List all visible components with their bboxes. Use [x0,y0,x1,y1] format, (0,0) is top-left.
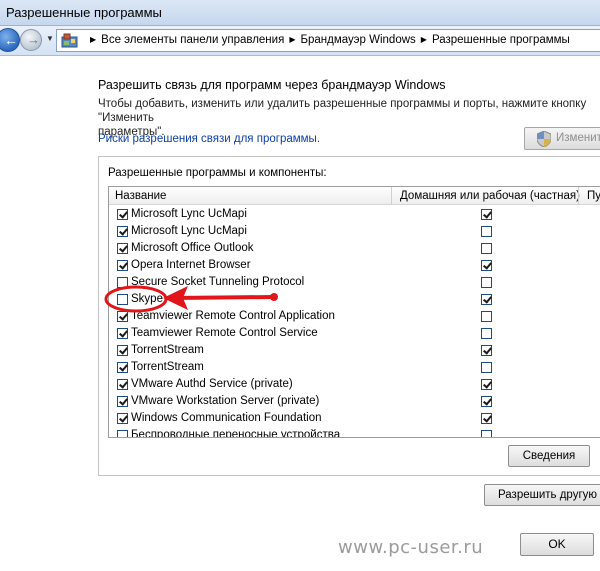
column-divider[interactable] [391,187,392,205]
control-panel-icon [61,33,78,48]
uac-shield-icon [537,131,551,147]
enable-checkbox[interactable] [117,379,128,390]
enable-checkbox[interactable] [117,311,128,322]
private-network-checkbox[interactable] [481,277,492,288]
watermark: www.pc-user.ru [338,537,484,558]
column-public[interactable]: Пу [587,190,600,202]
change-settings-label: Изменить [556,132,600,144]
program-name: Teamviewer Remote Control Service [131,327,318,339]
program-name: Microsoft Office Outlook [131,242,254,254]
column-name[interactable]: Название [115,190,166,202]
list-item[interactable]: Opera Internet Browser [109,257,600,274]
private-network-checkbox[interactable] [481,209,492,220]
program-name: VMware Workstation Server (private) [131,395,320,407]
page-heading: Разрешить связь для программ через бранд… [98,78,446,92]
list-item[interactable]: Windows Communication Foundation [109,410,600,427]
list-item[interactable]: Microsoft Office Outlook [109,240,600,257]
program-name: Opera Internet Browser [131,259,251,271]
arrow-right-icon: → [27,32,40,47]
private-network-checkbox[interactable] [481,345,492,356]
program-name: VMware Authd Service (private) [131,378,293,390]
list-item[interactable]: Teamviewer Remote Control Application [109,308,600,325]
program-name: Microsoft Lync UcMapi [131,225,247,237]
group-title: Разрешенные программы и компоненты: [108,167,327,179]
list-item[interactable]: Беспроводные переносные устройства [109,427,600,438]
program-name: Secure Socket Tunneling Protocol [131,276,305,288]
details-button[interactable]: Сведения [508,445,590,467]
private-network-checkbox[interactable] [481,328,492,339]
change-settings-button[interactable]: Изменить [524,127,600,150]
private-network-checkbox[interactable] [481,260,492,271]
private-network-checkbox[interactable] [481,243,492,254]
private-network-checkbox[interactable] [481,396,492,407]
recent-pages-dropdown[interactable]: ▼ [46,34,54,43]
title-bar: Разрешенные программы [0,0,600,26]
private-network-checkbox[interactable] [481,413,492,424]
list-item[interactable]: Microsoft Lync UcMapi [109,223,600,240]
back-button[interactable]: ← [0,28,20,52]
column-divider[interactable] [578,187,579,205]
breadcrumb-item[interactable]: Брандмауэр Windows [300,34,415,46]
breadcrumb-separator-icon: ▶ [90,35,97,44]
program-name: Microsoft Lync UcMapi [131,208,247,220]
list-item[interactable]: Microsoft Lync UcMapi [109,206,600,223]
program-name: Windows Communication Foundation [131,412,322,424]
private-network-checkbox[interactable] [481,311,492,322]
enable-checkbox[interactable] [117,294,128,305]
enable-checkbox[interactable] [117,362,128,373]
list-item[interactable]: VMware Authd Service (private) [109,376,600,393]
list-item[interactable]: TorrentStream [109,359,600,376]
enable-checkbox[interactable] [117,413,128,424]
window-title: Разрешенные программы [6,5,162,20]
breadcrumb-separator-icon[interactable]: ▶ [421,35,427,44]
private-network-checkbox[interactable] [481,226,492,237]
program-name: Беспроводные переносные устройства [131,429,341,438]
program-name: TorrentStream [131,361,204,373]
risk-info-link[interactable]: Риски разрешения связи для программы. [98,133,320,145]
breadcrumb-item[interactable]: Все элементы панели управления [101,34,284,46]
enable-checkbox[interactable] [117,430,128,437]
program-name: TorrentStream [131,344,204,356]
enable-checkbox[interactable] [117,277,128,288]
private-network-checkbox[interactable] [481,294,492,305]
program-name: Skype [131,293,163,305]
enable-checkbox[interactable] [117,396,128,407]
list-item[interactable]: TorrentStream [109,342,600,359]
forward-button[interactable]: → [20,29,42,51]
navigation-bar: ← → ▼ ▶ Все элементы панели управления ▶ Бр… [0,26,600,56]
private-network-checkbox[interactable] [481,430,492,437]
enable-checkbox[interactable] [117,209,128,220]
address-bar[interactable]: ▶ Все элементы панели управления ▶ Брандмау… [56,29,600,52]
ok-button[interactable]: OK [520,533,594,556]
breadcrumb-separator-icon[interactable]: ▶ [289,35,295,44]
list-item[interactable]: Secure Socket Tunneling Protocol [109,274,600,291]
list-header: Название Домашняя или рабочая (частная) … [109,187,600,205]
enable-checkbox[interactable] [117,345,128,356]
list-item[interactable]: Teamviewer Remote Control Service [109,325,600,342]
private-network-checkbox[interactable] [481,362,492,373]
list-item[interactable]: Skype [109,291,600,308]
programs-list[interactable]: Название Домашняя или рабочая (частная) … [108,186,600,438]
breadcrumb-item[interactable]: Разрешенные программы [432,34,570,46]
program-name: Teamviewer Remote Control Application [131,310,335,322]
column-private[interactable]: Домашняя или рабочая (частная) [400,190,580,202]
enable-checkbox[interactable] [117,328,128,339]
list-item[interactable]: VMware Workstation Server (private) [109,393,600,410]
enable-checkbox[interactable] [117,226,128,237]
enable-checkbox[interactable] [117,243,128,254]
allow-another-program-button[interactable]: Разрешить другую п [484,484,600,506]
enable-checkbox[interactable] [117,260,128,271]
private-network-checkbox[interactable] [481,379,492,390]
breadcrumb: ▶ Все элементы панели управления ▶ Брандмау… [85,34,570,46]
arrow-left-icon: ← [4,32,18,48]
